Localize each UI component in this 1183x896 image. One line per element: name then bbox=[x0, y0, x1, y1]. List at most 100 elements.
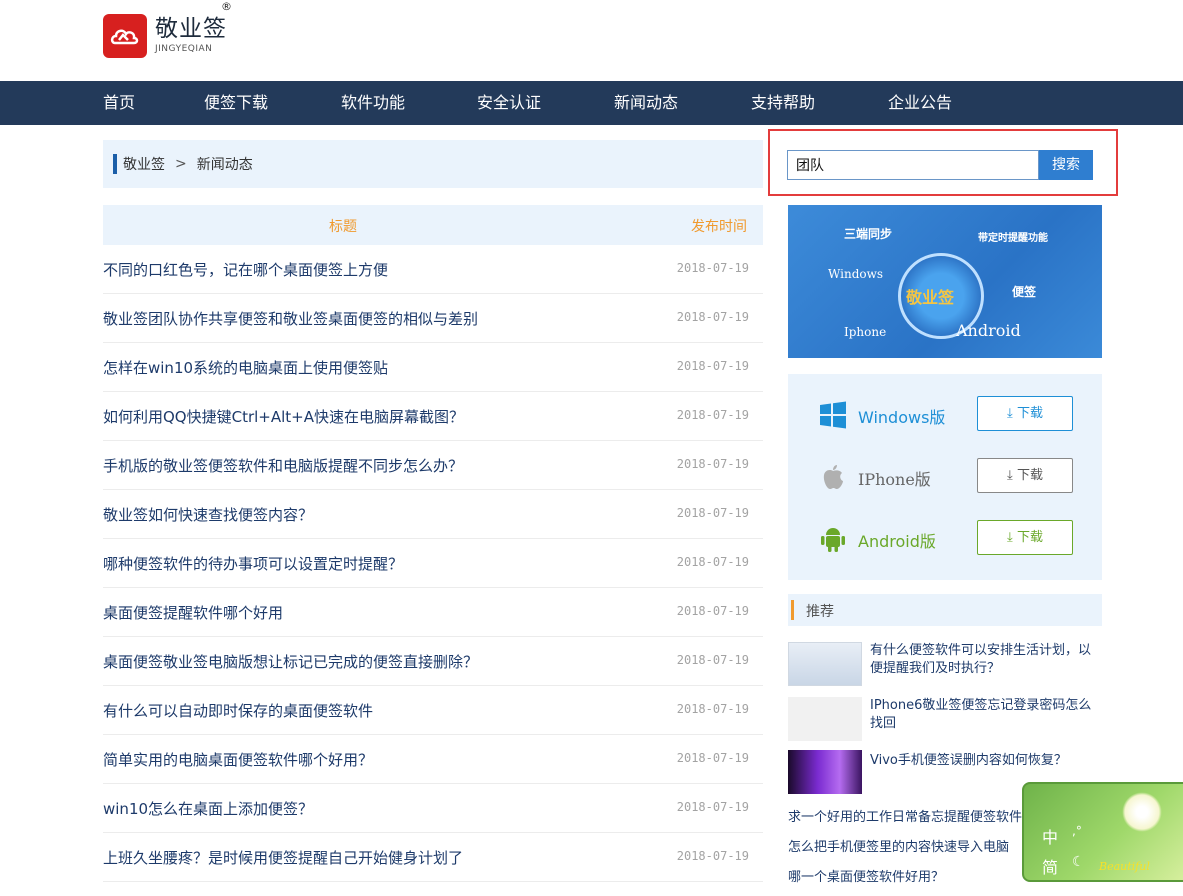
table-row[interactable]: 敬业签团队协作共享便签和敬业签桌面便签的相似与差别 2018-07-19 bbox=[103, 294, 763, 343]
nav-item-features[interactable]: 软件功能 bbox=[341, 81, 405, 125]
breadcrumb-separator: > bbox=[175, 156, 187, 172]
article-date: 2018-07-19 bbox=[676, 702, 749, 716]
download-windows-button-label: 下载 bbox=[1016, 406, 1043, 421]
download-icon: ⤓ bbox=[1007, 468, 1013, 483]
article-title[interactable]: 手机版的敬业签便签软件和电脑版提醒不同步怎么办？ bbox=[103, 455, 463, 476]
recommend-thumbnail bbox=[788, 697, 862, 741]
article-title[interactable]: win10怎么在桌面上添加便签？ bbox=[103, 798, 313, 819]
logo[interactable]: 敬业签 JINGYEQIAN bbox=[103, 14, 227, 58]
article-date: 2018-07-19 bbox=[676, 751, 749, 765]
ime-toolbar[interactable]: 中 ,° 简 ☾ Beautiful bbox=[1022, 782, 1183, 882]
article-date: 2018-07-19 bbox=[676, 359, 749, 373]
download-icon: ⤓ bbox=[1007, 406, 1013, 421]
table-row[interactable]: 怎样在win10系统的电脑桌面上使用便签贴 2018-07-19 bbox=[103, 343, 763, 392]
cloud-icon bbox=[110, 29, 139, 45]
banner-reminder-text: 带定时提醒功能 bbox=[978, 233, 1048, 244]
table-row[interactable]: 不同的口红色号，记在哪个桌面便签上方便 2018-07-19 bbox=[103, 245, 763, 294]
article-title[interactable]: 桌面便签提醒软件哪个好用 bbox=[103, 602, 283, 623]
table-row[interactable]: 桌面便签提醒软件哪个好用 2018-07-19 bbox=[103, 588, 763, 637]
nav-item-announcements[interactable]: 企业公告 bbox=[888, 81, 952, 125]
breadcrumb-home[interactable]: 敬业签 bbox=[123, 154, 165, 174]
recommend-thumbnail bbox=[788, 642, 862, 686]
nav-item-security[interactable]: 安全认证 bbox=[477, 81, 541, 125]
search-input[interactable] bbox=[787, 150, 1039, 180]
ime-punctuation-toggle[interactable]: ,° bbox=[1072, 824, 1082, 838]
nav-item-download[interactable]: 便签下载 bbox=[204, 81, 268, 125]
download-android-label: Android版 bbox=[858, 532, 936, 551]
column-title: 标题 bbox=[329, 219, 357, 235]
download-android-button-label: 下载 bbox=[1016, 530, 1043, 545]
breadcrumb: 敬业签 > 新闻动态 bbox=[103, 140, 763, 188]
table-row[interactable]: 手机版的敬业签便签软件和电脑版提醒不同步怎么办？ 2018-07-19 bbox=[103, 441, 763, 490]
download-windows: Windows版 ⤓ 下载 bbox=[788, 396, 1102, 436]
table-row[interactable]: 有什么可以自动即时保存的桌面便签软件 2018-07-19 bbox=[103, 686, 763, 735]
article-title[interactable]: 桌面便签敬业签电脑版想让标记已完成的便签直接删除？ bbox=[103, 651, 478, 672]
article-date: 2018-07-19 bbox=[676, 457, 749, 471]
recommend-item[interactable]: 有什么便签软件可以安排生活计划，以便提醒我们及时执行？ bbox=[788, 642, 1102, 688]
recommend-item-text[interactable]: Vivo手机便签误删内容如何恢复？ bbox=[870, 752, 1098, 770]
table-row[interactable]: win10怎么在桌面上添加便签？ 2018-07-19 bbox=[103, 784, 763, 833]
breadcrumb-current[interactable]: 新闻动态 bbox=[197, 154, 253, 174]
article-date: 2018-07-19 bbox=[676, 800, 749, 814]
breadcrumb-marker bbox=[113, 154, 117, 174]
article-date: 2018-07-19 bbox=[676, 310, 749, 324]
recommend-heading: 推荐 bbox=[788, 594, 1102, 626]
ime-simplified-toggle[interactable]: 简 bbox=[1042, 854, 1058, 878]
column-date: 发布时间 bbox=[691, 219, 747, 235]
article-title[interactable]: 怎样在win10系统的电脑桌面上使用便签贴 bbox=[103, 357, 388, 378]
product-banner[interactable]: 三端同步 带定时提醒功能 Windows 敬业签 便签 Iphone Andro… bbox=[788, 205, 1102, 358]
table-row[interactable]: 桌面便签敬业签电脑版想让标记已完成的便签直接删除？ 2018-07-19 bbox=[103, 637, 763, 686]
nav-item-news[interactable]: 新闻动态 bbox=[614, 81, 678, 125]
windows-icon bbox=[820, 401, 846, 429]
recommend-link[interactable]: 哪一个桌面便签软件好用？ bbox=[788, 866, 944, 885]
nav-item-home[interactable]: 首页 bbox=[103, 81, 135, 125]
article-title[interactable]: 敬业签如何快速查找便签内容？ bbox=[103, 504, 313, 525]
banner-logo-text: 敬业签 bbox=[906, 288, 955, 307]
ime-chinese-toggle[interactable]: 中 bbox=[1042, 824, 1058, 848]
article-title[interactable]: 上班久坐腰疼？是时候用便签提醒自己开始健身计划了 bbox=[103, 847, 463, 868]
recommend-link[interactable]: 怎么把手机便签里的内容快速导入电脑 bbox=[788, 836, 1009, 855]
article-date: 2018-07-19 bbox=[676, 506, 749, 520]
logo-name: 敬业签 bbox=[155, 16, 227, 42]
recommend-link[interactable]: 求一个好用的工作日常备忘提醒便签软件 bbox=[788, 806, 1022, 825]
table-row[interactable]: 敬业签如何快速查找便签内容？ 2018-07-19 bbox=[103, 490, 763, 539]
recommend-item-text[interactable]: IPhone6敬业签便签忘记登录密码怎么找回 bbox=[870, 697, 1098, 733]
moon-icon[interactable]: ☾ bbox=[1072, 854, 1085, 870]
download-android-button[interactable]: ⤓ 下载 bbox=[977, 520, 1073, 555]
table-row[interactable]: 简单实用的电脑桌面便签软件哪个好用？ 2018-07-19 bbox=[103, 735, 763, 784]
banner-windows-text: Windows bbox=[828, 267, 884, 281]
registered-mark: ® bbox=[221, 0, 232, 13]
article-title[interactable]: 有什么可以自动即时保存的桌面便签软件 bbox=[103, 700, 373, 721]
article-date: 2018-07-19 bbox=[676, 653, 749, 667]
article-title[interactable]: 敬业签团队协作共享便签和敬业签桌面便签的相似与差别 bbox=[103, 308, 478, 329]
banner-sync-text: 三端同步 bbox=[844, 227, 893, 241]
article-title[interactable]: 简单实用的电脑桌面便签软件哪个好用？ bbox=[103, 749, 373, 770]
banner-notes-text: 便签 bbox=[1012, 285, 1037, 299]
article-title[interactable]: 不同的口红色号，记在哪个桌面便签上方便 bbox=[103, 259, 388, 280]
download-iphone-button[interactable]: ⤓ 下载 bbox=[977, 458, 1073, 493]
flower-decoration bbox=[1122, 792, 1162, 832]
recommend-item-text[interactable]: 有什么便签软件可以安排生活计划，以便提醒我们及时执行？ bbox=[870, 642, 1098, 678]
article-date: 2018-07-19 bbox=[676, 408, 749, 422]
article-title[interactable]: 如何利用QQ快捷键Ctrl+Alt+A快速在电脑屏幕截图？ bbox=[103, 406, 464, 427]
search-button[interactable]: 搜索 bbox=[1039, 150, 1093, 180]
download-android: Android版 ⤓ 下载 bbox=[788, 520, 1102, 560]
download-iphone-button-label: 下载 bbox=[1016, 468, 1043, 483]
recommend-thumbnail bbox=[788, 750, 862, 794]
table-row[interactable]: 如何利用QQ快捷键Ctrl+Alt+A快速在电脑屏幕截图？ 2018-07-19 bbox=[103, 392, 763, 441]
article-date: 2018-07-19 bbox=[676, 849, 749, 863]
android-icon bbox=[821, 528, 845, 552]
article-date: 2018-07-19 bbox=[676, 604, 749, 618]
nav-item-help[interactable]: 支持帮助 bbox=[751, 81, 815, 125]
banner-iphone-text: Iphone bbox=[844, 325, 887, 339]
download-panel: Windows版 ⤓ 下载 IPhone版 ⤓ 下载 Android版 ⤓ 下载 bbox=[788, 374, 1102, 580]
logo-mark bbox=[103, 14, 147, 58]
table-row[interactable]: 哪种便签软件的待办事项可以设置定时提醒？ 2018-07-19 bbox=[103, 539, 763, 588]
recommend-marker bbox=[791, 600, 794, 620]
recommend-item[interactable]: IPhone6敬业签便签忘记登录密码怎么找回 bbox=[788, 697, 1102, 741]
download-windows-button[interactable]: ⤓ 下载 bbox=[977, 396, 1073, 431]
download-icon: ⤓ bbox=[1007, 530, 1013, 545]
download-iphone: IPhone版 ⤓ 下载 bbox=[788, 458, 1102, 498]
table-row[interactable]: 上班久坐腰疼？是时候用便签提醒自己开始健身计划了 2018-07-19 bbox=[103, 833, 763, 882]
article-title[interactable]: 哪种便签软件的待办事项可以设置定时提醒？ bbox=[103, 553, 403, 574]
